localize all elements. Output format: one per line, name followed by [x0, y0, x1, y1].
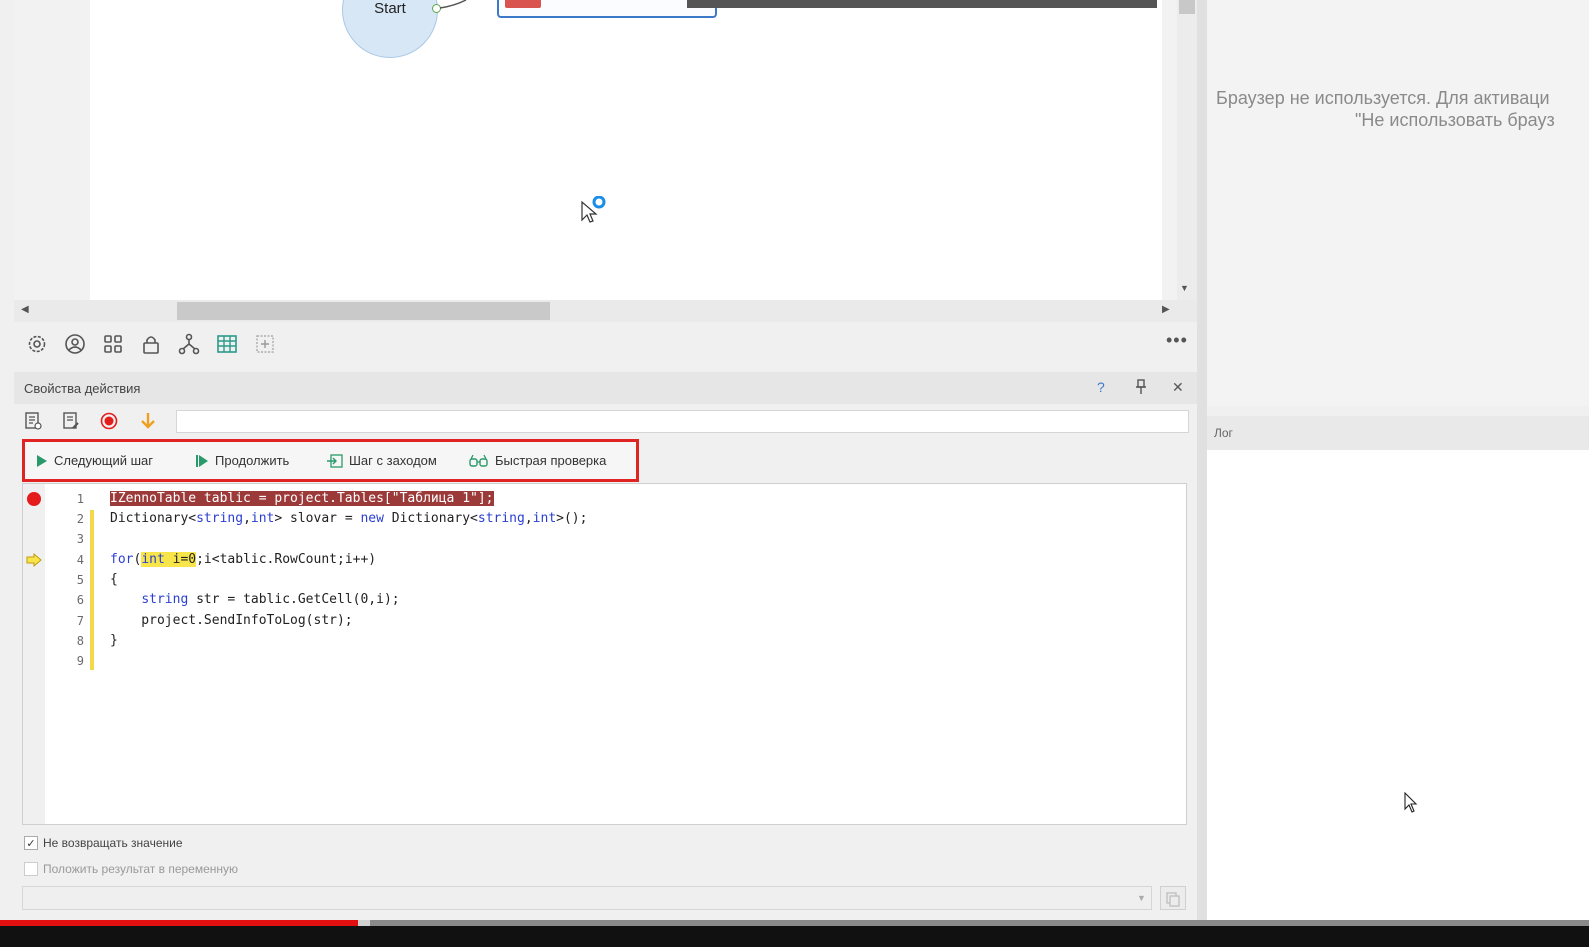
next-step-label: Следующий шаг [54, 453, 153, 468]
hierarchy-icon[interactable] [177, 332, 201, 356]
vertical-scroll-thumb[interactable] [1179, 0, 1195, 14]
help-button[interactable]: ? [1097, 379, 1105, 395]
copy-variable-button[interactable] [1160, 886, 1186, 910]
continue-button[interactable]: Продолжить [195, 453, 289, 468]
gear-icon[interactable] [25, 332, 49, 356]
step-into-button[interactable]: Шаг с заходом [327, 453, 437, 468]
mouse-cursor-icon [1404, 791, 1420, 819]
video-controls-strip [0, 926, 1589, 947]
log-title: Лог [1214, 426, 1233, 440]
log-header [1207, 416, 1589, 450]
current-line-arrow-icon [26, 552, 42, 572]
code-line[interactable]: Dictionary<string,int> slovar = new Dict… [110, 511, 587, 526]
next-step-button[interactable]: Следующий шаг [36, 453, 153, 468]
browser-disabled-message-continued: "Не использовать брауз [1355, 110, 1555, 130]
line-number: 5 [76, 573, 84, 587]
continue-icon [196, 454, 208, 467]
pin-icon[interactable] [1134, 379, 1148, 398]
browser-disabled-message: Браузер не используется. Для активаци [1216, 88, 1550, 108]
properties-panel-header [14, 372, 1197, 404]
modified-lines-marker [90, 510, 94, 670]
log-output[interactable] [1207, 450, 1589, 920]
put-result-label: Положить результат в переменную [43, 862, 239, 876]
line-number: 6 [76, 593, 84, 607]
code-line[interactable]: } [110, 633, 118, 648]
line-number: 1 [76, 492, 84, 506]
connector-line [440, 0, 467, 9]
line-number: 8 [76, 634, 84, 648]
line-number: 9 [76, 654, 84, 668]
quick-check-button[interactable]: Быстрая проверка [469, 453, 606, 468]
properties-panel-title: Свойства действия [24, 381, 141, 396]
action-name-input[interactable] [176, 410, 1189, 433]
put-result-option[interactable]: Положить результат в переменную [24, 862, 238, 876]
scroll-left-arrow-icon[interactable]: ◀ [21, 304, 29, 315]
document-settings-icon[interactable] [22, 410, 44, 432]
result-variable-select[interactable] [22, 886, 1152, 910]
no-return-option[interactable]: ✓ Не возвращать значение [24, 836, 183, 850]
continue-label: Продолжить [215, 453, 290, 468]
line-number: 7 [76, 614, 84, 628]
code-line-text: IZennoTable tablic = project.Tables["Таб… [110, 491, 494, 506]
canvas-workspace[interactable] [90, 0, 1162, 300]
code-line[interactable]: { [110, 572, 118, 587]
editor-gutter[interactable] [23, 484, 45, 824]
line-number: 4 [76, 553, 84, 567]
no-return-checkbox[interactable]: ✓ [24, 836, 38, 850]
action-node-badge [505, 0, 541, 8]
breakpoint-icon[interactable] [98, 410, 120, 432]
code-line[interactable]: IZennoTable tablic = project.Tables["Таб… [110, 491, 494, 506]
line-number: 2 [76, 512, 84, 526]
play-icon [37, 454, 47, 467]
chevron-down-icon[interactable]: ▼ [1137, 893, 1146, 903]
code-line[interactable]: project.SendInfoToLog(str); [110, 613, 352, 628]
no-return-label: Не возвращать значение [43, 836, 183, 850]
code-line[interactable]: for(int i=0;i<tablic.RowCount;i++) [110, 552, 376, 567]
quick-check-label: Быстрая проверка [495, 453, 607, 468]
browser-pane [1207, 0, 1589, 406]
grid-icon[interactable] [101, 332, 125, 356]
step-into-icon [327, 453, 343, 468]
busy-cursor-icon [580, 195, 610, 231]
document-edit-icon[interactable] [60, 410, 82, 432]
copy-icon [1166, 892, 1180, 907]
canvas-vertical-scrollbar[interactable] [1177, 0, 1197, 300]
step-into-label: Шаг с заходом [349, 453, 437, 468]
user-circle-icon[interactable] [63, 332, 87, 356]
code-line[interactable]: string str = tablic.GetCell(0,i); [110, 592, 399, 607]
overlay-bar [687, 0, 1157, 8]
lock-icon[interactable] [139, 332, 163, 356]
add-box-icon[interactable] [253, 332, 277, 356]
code-editor[interactable] [22, 483, 1187, 825]
glasses-icon [469, 454, 488, 467]
scroll-down-arrow-icon[interactable]: ▼ [1180, 283, 1189, 293]
close-button[interactable]: ✕ [1172, 379, 1184, 396]
start-node-label: Start [374, 0, 406, 17]
line-number: 3 [76, 532, 84, 546]
more-icon[interactable]: ••• [1166, 330, 1188, 351]
scroll-right-arrow-icon[interactable]: ▶ [1162, 304, 1170, 315]
table-icon[interactable] [215, 332, 239, 356]
step-down-arrow-icon[interactable] [137, 410, 159, 432]
horizontal-scroll-thumb[interactable] [177, 302, 550, 320]
pane-splitter[interactable] [1197, 0, 1207, 920]
breakpoint-marker[interactable] [27, 492, 41, 506]
put-result-checkbox[interactable] [24, 862, 38, 876]
